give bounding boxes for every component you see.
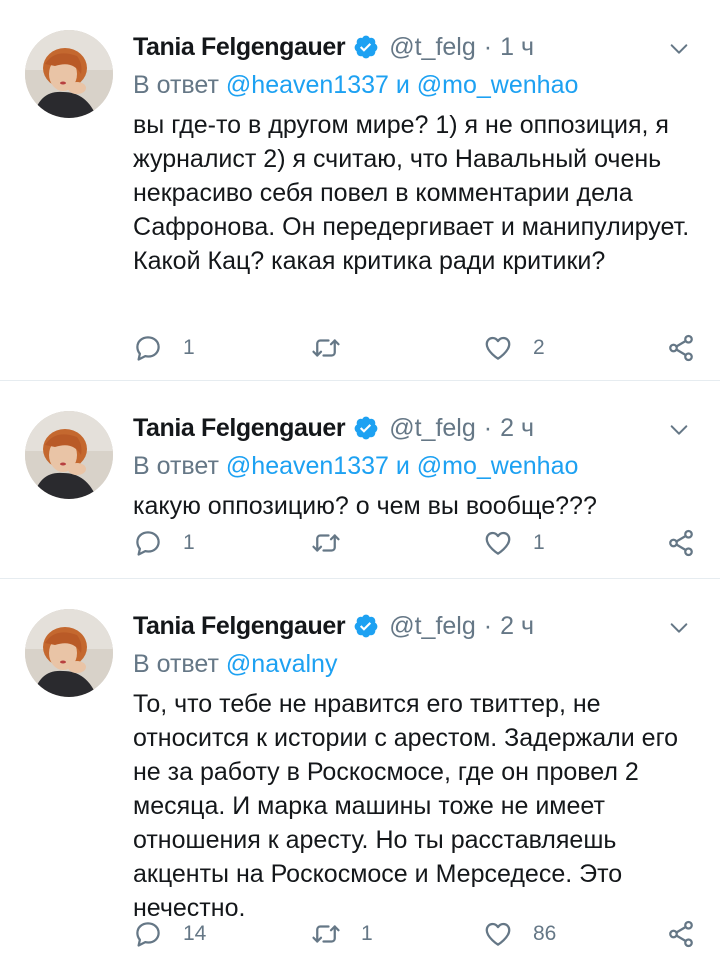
reply-button[interactable]: 1 — [133, 526, 195, 560]
share-button[interactable] — [666, 917, 696, 951]
avatar-image — [25, 30, 113, 118]
like-button[interactable]: 1 — [483, 526, 545, 560]
reply-join: и — [395, 452, 410, 480]
author-handle[interactable]: @t_felg — [389, 414, 476, 443]
separator-dot: · — [483, 413, 493, 442]
like-count: 2 — [533, 336, 545, 359]
reply-context: В ответ @heaven1337 и @mo_wenhao — [133, 66, 696, 104]
reply-context: В ответ @heaven1337 и @mo_wenhao — [133, 447, 696, 485]
like-button[interactable]: 86 — [483, 917, 556, 951]
separator-dot: · — [483, 611, 493, 640]
like-icon — [483, 919, 513, 949]
mention-link[interactable]: @mo_wenhao — [417, 452, 579, 480]
retweet-icon — [311, 919, 341, 949]
avatar[interactable] — [25, 411, 113, 499]
avatar[interactable] — [25, 609, 113, 697]
share-button[interactable] — [666, 526, 696, 560]
tweet-content: Tania Felgengauer @t_felg · 2 ч В ответ … — [133, 607, 696, 925]
tweet[interactable]: Tania Felgengauer @t_felg · 2 ч В ответ … — [0, 579, 720, 964]
tweet-content: Tania Felgengauer @t_felg · 2 ч В ответ … — [133, 409, 696, 523]
share-icon — [666, 528, 696, 558]
reply-count: 1 — [183, 531, 195, 554]
tweet-actions: 14 1 86 — [133, 917, 696, 951]
chevron-down-icon[interactable] — [668, 38, 690, 60]
reply-count: 14 — [183, 922, 207, 945]
reply-button[interactable]: 14 — [133, 917, 206, 951]
author-name[interactable]: Tania Felgengauer — [133, 612, 346, 641]
retweet-count: 1 — [361, 922, 373, 945]
verified-badge-icon — [353, 415, 379, 441]
author-name[interactable]: Tania Felgengauer — [133, 33, 346, 62]
reply-prefix: В ответ — [133, 650, 219, 678]
author-handle[interactable]: @t_felg — [389, 33, 476, 62]
share-icon — [666, 919, 696, 949]
tweet-header: Tania Felgengauer @t_felg · 2 ч — [133, 607, 696, 645]
reply-prefix: В ответ — [133, 71, 219, 99]
avatar-image — [25, 411, 113, 499]
reply-icon — [133, 919, 163, 949]
avatar[interactable] — [25, 30, 113, 118]
author-name[interactable]: Tania Felgengauer — [133, 414, 346, 443]
tweet-text: вы где-то в другом мире? 1) я не оппозиц… — [133, 111, 690, 275]
author-handle[interactable]: @t_felg — [389, 612, 476, 641]
retweet-button[interactable] — [311, 331, 361, 365]
tweet-header: Tania Felgengauer @t_felg · 2 ч — [133, 409, 696, 447]
reply-context: В ответ @navalny — [133, 645, 696, 683]
like-count: 86 — [533, 922, 557, 945]
reply-join: и — [395, 71, 410, 99]
separator-dot: · — [483, 32, 493, 61]
reply-button[interactable]: 1 — [133, 331, 195, 365]
retweet-button[interactable]: 1 — [311, 917, 373, 951]
retweet-icon — [311, 528, 341, 558]
tweet-time[interactable]: 1 ч — [500, 33, 534, 62]
reply-icon — [133, 528, 163, 558]
tweet[interactable]: Tania Felgengauer @t_felg · 1 ч В ответ … — [0, 0, 720, 381]
like-count: 1 — [533, 531, 545, 554]
mention-link[interactable]: @mo_wenhao — [417, 71, 579, 99]
mention-link[interactable]: @heaven1337 — [226, 452, 389, 480]
chevron-down-icon[interactable] — [668, 419, 690, 441]
tweet-time[interactable]: 2 ч — [500, 414, 534, 443]
verified-badge-icon — [353, 613, 379, 639]
like-button[interactable]: 2 — [483, 331, 545, 365]
retweet-button[interactable] — [311, 526, 361, 560]
like-icon — [483, 528, 513, 558]
mention-link[interactable]: @navalny — [226, 650, 338, 678]
reply-icon — [133, 333, 163, 363]
chevron-down-icon[interactable] — [668, 617, 690, 639]
tweet-actions: 1 2 — [133, 331, 696, 365]
verified-badge-icon — [353, 34, 379, 60]
mention-link[interactable]: @heaven1337 — [226, 71, 389, 99]
like-icon — [483, 333, 513, 363]
tweet-text: То, что тебе не нравится его твиттер, не… — [133, 690, 679, 922]
reply-count: 1 — [183, 336, 195, 359]
tweet-header: Tania Felgengauer @t_felg · 1 ч — [133, 28, 696, 66]
tweet-content: Tania Felgengauer @t_felg · 1 ч В ответ … — [133, 28, 696, 278]
avatar-image — [25, 609, 113, 697]
share-button[interactable] — [666, 331, 696, 365]
tweet-time[interactable]: 2 ч — [500, 612, 534, 641]
tweet-text: какую оппозицию? о чем вы вообще??? — [133, 492, 597, 520]
retweet-icon — [311, 333, 341, 363]
reply-prefix: В ответ — [133, 452, 219, 480]
tweet-actions: 1 1 — [133, 526, 696, 560]
tweet[interactable]: Tania Felgengauer @t_felg · 2 ч В ответ … — [0, 381, 720, 579]
share-icon — [666, 333, 696, 363]
